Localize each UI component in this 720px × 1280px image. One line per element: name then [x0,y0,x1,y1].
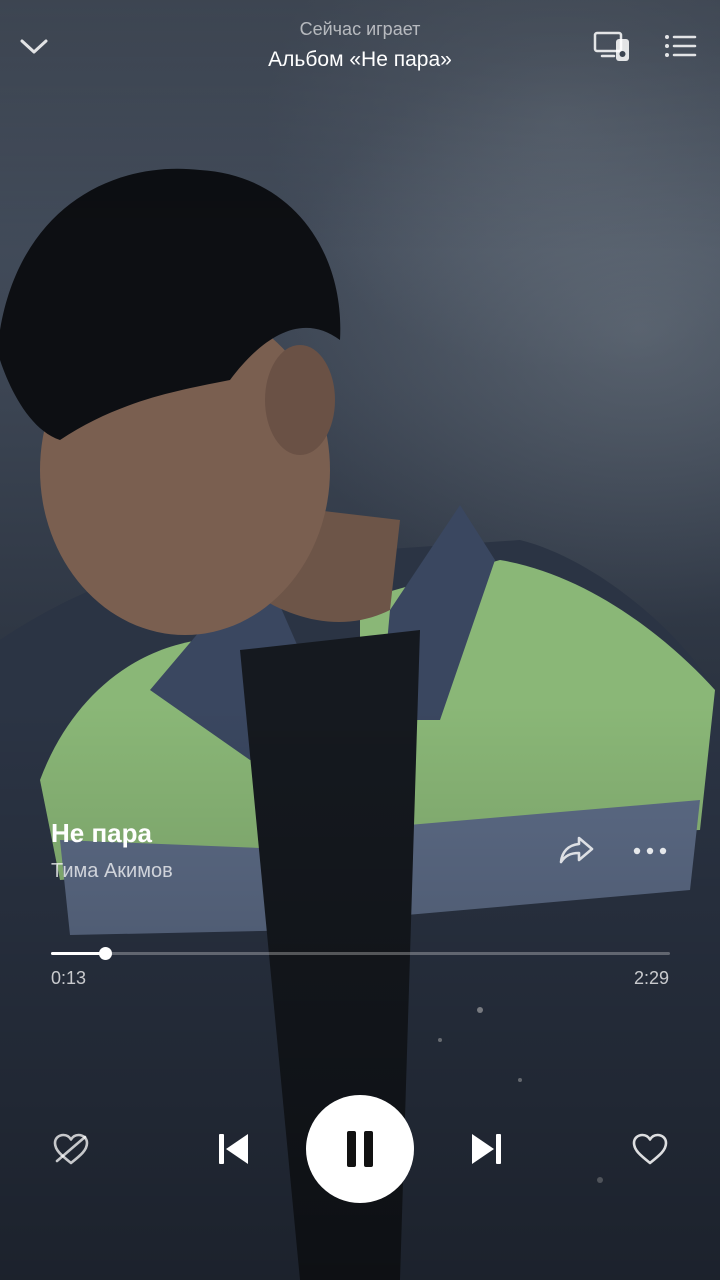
total-duration: 2:29 [633,968,669,988]
queue-list-icon [665,35,697,57]
previous-track-button[interactable] [208,1124,258,1174]
devices-icon [593,31,629,61]
share-button[interactable] [554,828,600,872]
more-options-button[interactable] [628,834,672,868]
now-playing-context: Сейчас играет Альбом «Не пара» [160,16,560,76]
album-context-title[interactable]: Альбом «Не пара» [160,44,560,76]
chevron-down-icon [20,39,48,54]
progress-fill [51,952,105,955]
player-header: Сейчас играет Альбом «Не пара» [0,0,720,90]
queue-button[interactable] [658,26,702,66]
progress-track [51,952,670,955]
track-title[interactable]: Не пара [51,818,152,849]
progress-scrubber-handle[interactable] [98,947,112,960]
more-icon [633,847,667,855]
artwork-overlay [0,0,720,1280]
next-track-button[interactable] [462,1124,512,1174]
share-icon [559,836,594,864]
pause-icon [347,1131,373,1167]
heart-icon [632,1133,668,1165]
collapse-player-button[interactable] [14,26,54,66]
like-button[interactable] [626,1126,674,1172]
now-playing-label: Сейчас играет [299,19,421,39]
dislike-button[interactable] [46,1126,96,1172]
device-picker-button[interactable] [588,24,636,68]
previous-track-icon [219,1134,248,1164]
current-time: 0:13 [51,968,87,988]
next-track-icon [472,1134,501,1164]
dislike-heart-icon [53,1133,89,1165]
playback-progress-bar[interactable] [51,944,670,962]
track-artist[interactable]: Тима Акимов [51,860,173,883]
pause-button[interactable] [306,1095,414,1203]
